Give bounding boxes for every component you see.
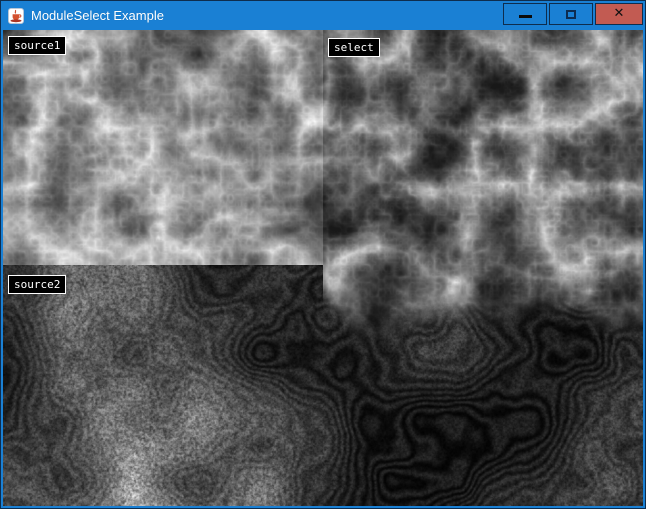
select-label: select (328, 38, 380, 57)
render-area: source1 select source2 (3, 30, 643, 506)
source2-image (3, 265, 323, 506)
source1-image (3, 30, 323, 265)
close-icon: ✕ (614, 7, 625, 20)
app-window: ModuleSelect Example ✕ source1 select so… (0, 0, 646, 509)
window-title: ModuleSelect Example (31, 8, 164, 23)
steam-icon (15, 10, 16, 13)
saucer-icon (10, 19, 21, 22)
source1-label-text: source1 (14, 39, 60, 52)
title-bar[interactable]: ModuleSelect Example ✕ (1, 1, 645, 30)
cup-icon (13, 14, 20, 20)
source2-label-text: source2 (14, 278, 60, 291)
source1-label: source1 (8, 36, 66, 55)
source2-label: source2 (8, 275, 66, 294)
window-controls: ✕ (503, 3, 643, 25)
minimize-button[interactable] (503, 3, 547, 25)
select-label-text: select (334, 41, 374, 54)
maximize-icon (566, 10, 576, 19)
minimize-icon (519, 15, 532, 18)
maximize-button[interactable] (549, 3, 593, 25)
java-app-icon[interactable] (8, 8, 24, 24)
close-button[interactable]: ✕ (595, 3, 643, 25)
